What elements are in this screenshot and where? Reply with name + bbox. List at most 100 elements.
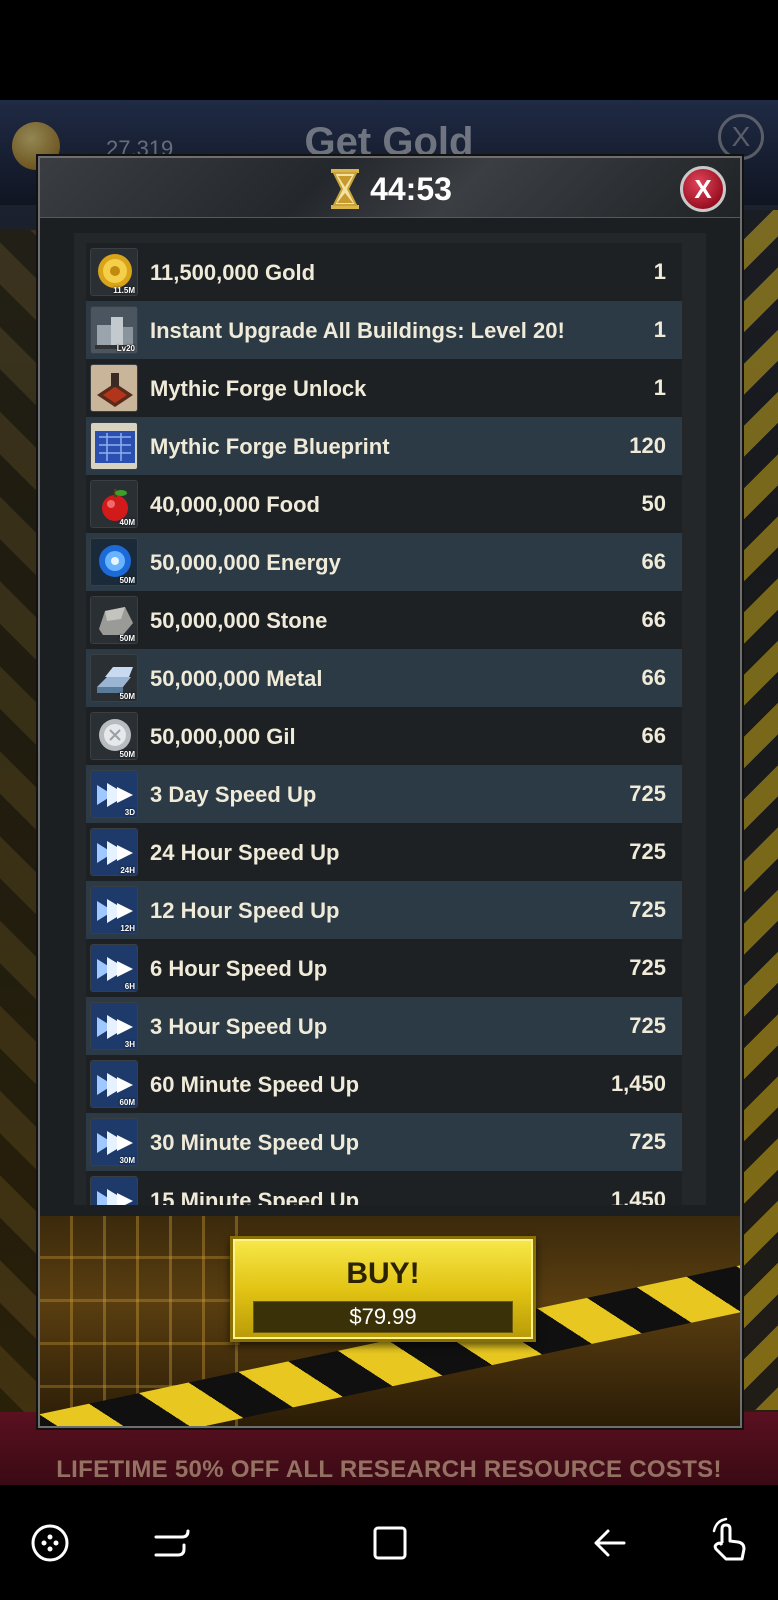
reward-name: 11,500,000 Gold <box>150 259 316 285</box>
reward-row: 50M 50,000,000 Energy 66 <box>86 533 682 591</box>
reward-quantity: 1 <box>653 375 666 400</box>
touch-gesture-button[interactable] <box>700 1513 760 1573</box>
reward-row: 40M 40,000,000 Food 50 <box>86 475 682 533</box>
reward-row: 6H 6 Hour Speed Up 725 <box>86 939 682 997</box>
reward-quantity: 725 <box>629 955 666 980</box>
apple-icon: 40M <box>90 480 138 528</box>
silver-coin-icon: 50M <box>90 712 138 760</box>
reward-name: Instant Upgrade All Buildings: Level 20! <box>150 317 565 343</box>
speedup-icon: 3H <box>90 1002 138 1050</box>
back-button[interactable] <box>580 1513 640 1573</box>
game-tools-button[interactable] <box>20 1513 80 1573</box>
reward-row: 50M 50,000,000 Stone 66 <box>86 591 682 649</box>
amount-tag: 50M <box>119 692 135 701</box>
reward-name: 15 Minute Speed Up <box>150 1187 360 1206</box>
offer-dialog: 44:53 X 11.5M 11,500,000 Gold 1 Lv20 Instant… <box>38 156 742 1428</box>
speedup-icon: 3D <box>90 770 138 818</box>
reward-row: Mythic Forge Blueprint 120 <box>86 417 682 475</box>
status-area <box>0 0 778 100</box>
reward-quantity: 120 <box>629 433 666 458</box>
speedup-icon: 6H <box>90 944 138 992</box>
speedup-icon: 24H <box>90 828 138 876</box>
reward-name: Mythic Forge Blueprint <box>150 433 390 459</box>
buy-label: BUY! <box>346 1257 420 1290</box>
reward-name: 3 Day Speed Up <box>150 781 317 807</box>
game-tools-icon <box>31 1524 69 1562</box>
amount-tag: 40M <box>119 518 135 527</box>
touch-gesture-icon <box>712 1517 746 1561</box>
metal-ingot-icon: 50M <box>90 654 138 702</box>
buy-button[interactable]: BUY! $79.99 <box>230 1236 536 1342</box>
amount-tag: 50M <box>119 750 135 759</box>
energy-orb-icon: 50M <box>90 538 138 586</box>
amount-tag: 60M <box>119 1098 135 1107</box>
hourglass-icon <box>331 169 360 209</box>
blueprint-icon <box>90 422 138 470</box>
recent-apps-icon <box>154 1529 190 1557</box>
reward-name: 40,000,000 Food <box>150 491 320 517</box>
home-icon <box>373 1526 407 1560</box>
reward-name: 3 Hour Speed Up <box>150 1013 328 1039</box>
reward-name: 24 Hour Speed Up <box>150 839 340 865</box>
amount-tag: 24H <box>120 866 135 875</box>
reward-row: 11.5M 11,500,000 Gold 1 <box>86 243 682 301</box>
reward-name: 50,000,000 Energy <box>150 549 341 575</box>
forge-icon <box>90 364 138 412</box>
reward-row: 50M 50,000,000 Metal 66 <box>86 649 682 707</box>
dialog-header: 44:53 X <box>40 158 740 218</box>
home-button[interactable] <box>360 1513 420 1573</box>
reward-quantity: 66 <box>641 723 666 748</box>
reward-name: 30 Minute Speed Up <box>150 1129 360 1155</box>
close-button[interactable]: X <box>680 166 726 212</box>
reward-row: 3H 3 Hour Speed Up 725 <box>86 997 682 1055</box>
reward-row: 50M 50,000,000 Gil 66 <box>86 707 682 765</box>
reward-quantity: 1 <box>653 317 666 342</box>
reward-quantity: 66 <box>641 665 666 690</box>
timer-text: 44:53 <box>370 170 452 207</box>
amount-tag: 3D <box>124 808 135 817</box>
reward-quantity: 66 <box>641 607 666 632</box>
reward-quantity: 66 <box>641 549 666 574</box>
reward-quantity: 725 <box>629 1013 666 1038</box>
speedup-icon: 30M <box>90 1118 138 1166</box>
speedup-icon: 12H <box>90 886 138 934</box>
system-nav-bar <box>0 1485 778 1600</box>
reward-quantity: 725 <box>629 781 666 806</box>
reward-row: Mythic Forge Unlock 1 <box>86 359 682 417</box>
background-hazard-stripes <box>742 210 778 1410</box>
price-label: $79.99 <box>253 1301 513 1333</box>
speedup-icon: 60M <box>90 1060 138 1108</box>
reward-list-panel[interactable]: 11.5M 11,500,000 Gold 1 Lv20 Instant Upgrade… <box>74 233 706 1205</box>
background-banner-text: LIFETIME 50% OFF ALL RESEARCH RESOURCE C… <box>56 1456 722 1483</box>
reward-quantity: 725 <box>629 1129 666 1154</box>
recent-apps-button[interactable] <box>142 1513 202 1573</box>
reward-quantity: 1,450 <box>610 1071 666 1096</box>
reward-row: 60M 60 Minute Speed Up 1,450 <box>86 1055 682 1113</box>
reward-name: Mythic Forge Unlock <box>150 375 367 401</box>
stone-icon: 50M <box>90 596 138 644</box>
background-decoration-left <box>0 230 38 1430</box>
amount-tag: 30M <box>119 1156 135 1165</box>
reward-name: 12 Hour Speed Up <box>150 897 340 923</box>
amount-tag: 11.5M <box>113 286 135 295</box>
amount-tag: 12H <box>120 924 135 933</box>
gold-coin-icon: 11.5M <box>90 248 138 296</box>
reward-name: 60 Minute Speed Up <box>150 1071 360 1097</box>
reward-name: 50,000,000 Gil <box>150 723 296 749</box>
reward-row: Lv20 Instant Upgrade All Buildings: Level… <box>86 301 682 359</box>
countdown-timer: 44:53 <box>40 168 740 210</box>
reward-quantity: 725 <box>629 897 666 922</box>
amount-tag: 6H <box>124 982 135 991</box>
reward-quantity: 1 <box>653 259 666 284</box>
reward-row: 15M 15 Minute Speed Up 1,450 <box>86 1171 682 1205</box>
reward-row: 3D 3 Day Speed Up 725 <box>86 765 682 823</box>
reward-quantity: 1,450 <box>610 1187 666 1205</box>
back-icon <box>594 1529 626 1557</box>
amount-tag: 50M <box>119 634 135 643</box>
purchase-footer: BUY! $79.99 <box>40 1216 740 1426</box>
reward-name: 50,000,000 Metal <box>150 665 323 691</box>
background-close-icon: X <box>718 114 764 160</box>
reward-row: 24H 24 Hour Speed Up 725 <box>86 823 682 881</box>
reward-name: 6 Hour Speed Up <box>150 955 328 981</box>
reward-list: 11.5M 11,500,000 Gold 1 Lv20 Instant Upgrade… <box>86 243 682 1205</box>
